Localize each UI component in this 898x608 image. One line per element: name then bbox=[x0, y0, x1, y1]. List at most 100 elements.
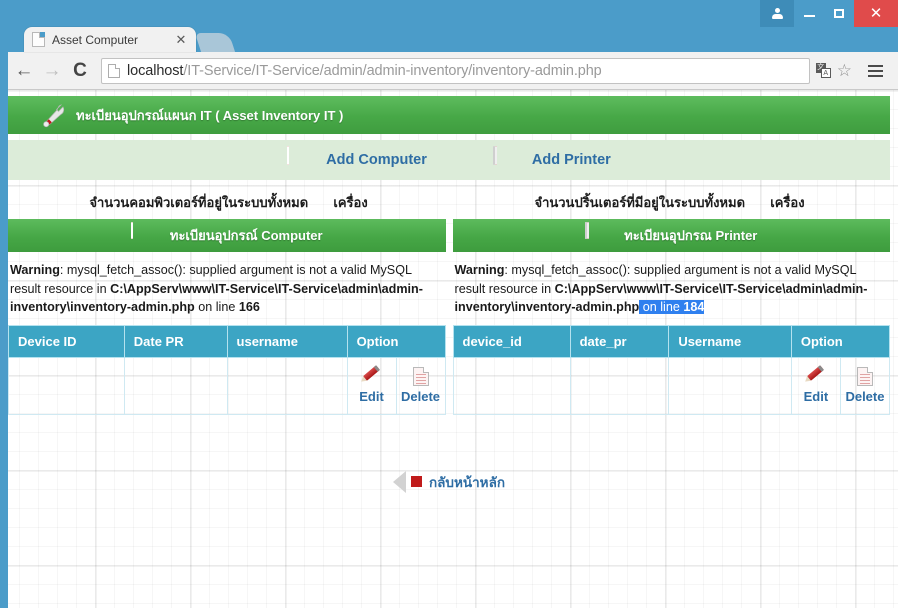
monitor-icon bbox=[287, 146, 317, 173]
cell-username bbox=[668, 356, 792, 415]
column-username[interactable]: Username bbox=[668, 324, 792, 358]
back-to-home-label: กลับหน้าหลัก bbox=[428, 474, 506, 490]
monitor-icon bbox=[130, 221, 161, 249]
table-header-row: device_id date_pr Username Option bbox=[452, 324, 891, 358]
app-header: ทะเบียนอุปกรณ์แผนก IT ( Asset Inventory … bbox=[8, 96, 890, 134]
url-host: localhost bbox=[127, 62, 184, 79]
add-computer-label: Add Computer bbox=[326, 152, 427, 168]
warning-line-number-selected: 184 bbox=[683, 300, 705, 314]
tab-asset-computer[interactable]: Asset Computer ✕ bbox=[24, 27, 196, 52]
arrow-left-icon bbox=[392, 470, 406, 493]
printer-icon bbox=[492, 146, 523, 173]
reload-button[interactable]: C bbox=[66, 57, 94, 85]
pencil-icon bbox=[362, 365, 381, 386]
cell-option: Edit Delete bbox=[346, 356, 446, 415]
page-info-icon bbox=[108, 63, 120, 78]
browser-toolbar: ← → C localhost/IT-Service/IT-Service/ad… bbox=[0, 52, 898, 90]
back-arrow-icon: ← bbox=[14, 59, 34, 81]
panel-printer-header: ทะเบียนอุปกรณ Printer bbox=[452, 219, 890, 252]
delete-label: Delete bbox=[401, 389, 441, 404]
back-button[interactable]: ← bbox=[10, 57, 38, 85]
warning-message-printer: Warning: mysql_fetch_assoc(): supplied a… bbox=[453, 252, 891, 323]
cell-username bbox=[226, 356, 348, 415]
printer-icon bbox=[585, 221, 615, 249]
panel-printer: ทะเบียนอุปกรณ Printer Warning: mysql_fet… bbox=[452, 219, 891, 415]
table-row: Edit Delete bbox=[8, 356, 446, 415]
panel-computer: ทะเบียนอุปกรณ์ Computer Warning: mysql_f… bbox=[8, 219, 446, 415]
warning-line-number: 166 bbox=[238, 300, 260, 314]
tab-strip: Asset Computer ✕ bbox=[0, 27, 898, 52]
warning-suffix-selected: on line bbox=[639, 300, 684, 314]
pencil-icon bbox=[806, 365, 825, 386]
delete-label: Delete bbox=[845, 389, 885, 404]
reload-icon: C bbox=[73, 59, 87, 81]
column-device-id[interactable]: Device ID bbox=[8, 324, 125, 358]
cell-date-pr bbox=[123, 356, 228, 415]
forward-arrow-icon: → bbox=[42, 59, 62, 81]
column-device-id[interactable]: device_id bbox=[452, 324, 571, 358]
back-row: กลับหน้าหลัก bbox=[0, 470, 898, 493]
inventory-panels: ทะเบียนอุปกรณ์ Computer Warning: mysql_f… bbox=[8, 219, 891, 415]
cell-device-id bbox=[452, 356, 571, 415]
delete-button[interactable]: Delete bbox=[839, 357, 889, 414]
warning-message-computer: Warning: mysql_fetch_assoc(): supplied a… bbox=[8, 252, 446, 323]
warning-label: Warning bbox=[10, 263, 60, 277]
computer-count: จำนวนคอมพิวเตอร์ที่อยู่ในระบบทั้งหมด เคร… bbox=[8, 192, 449, 213]
table-row: Edit Delete bbox=[452, 356, 891, 415]
app-header-title: ทะเบียนอุปกรณ์แผนก IT ( Asset Inventory … bbox=[76, 107, 344, 123]
column-date-pr[interactable]: date_pr bbox=[569, 324, 670, 358]
delete-button[interactable]: Delete bbox=[395, 357, 445, 414]
computer-count-text: จำนวนคอมพิวเตอร์ที่อยู่ในระบบทั้งหมด bbox=[89, 195, 309, 210]
user-account-icon bbox=[771, 8, 783, 19]
menu-icon[interactable] bbox=[862, 58, 888, 84]
edit-button[interactable]: Edit bbox=[348, 358, 396, 414]
cell-option: Edit Delete bbox=[790, 356, 891, 415]
window-controls: ✕ bbox=[760, 0, 898, 27]
minimize-icon bbox=[803, 15, 815, 17]
translate-icon[interactable]: 文 A bbox=[815, 63, 831, 78]
document-icon bbox=[856, 367, 873, 386]
panel-computer-header: ทะเบียนอุปกรณ์ Computer bbox=[8, 219, 446, 252]
document-icon bbox=[412, 367, 429, 386]
bookmark-star-icon[interactable]: ☆ bbox=[837, 62, 852, 79]
edit-button[interactable]: Edit bbox=[792, 358, 840, 414]
column-date-pr[interactable]: Date PR bbox=[123, 324, 228, 358]
tab-title: Asset Computer bbox=[52, 32, 139, 47]
add-printer-button[interactable]: Add Printer bbox=[492, 146, 611, 173]
table-header-row: Device ID Date PR username Option bbox=[8, 324, 446, 358]
title-bar: ✕ bbox=[0, 0, 898, 27]
maximize-button[interactable] bbox=[824, 0, 854, 27]
toolbar-right-icons: 文 A ☆ bbox=[810, 58, 888, 84]
column-option[interactable]: Option bbox=[346, 324, 446, 358]
close-button[interactable]: ✕ bbox=[854, 0, 898, 27]
forward-button[interactable]: → bbox=[38, 57, 66, 85]
user-account-button[interactable] bbox=[760, 0, 794, 27]
address-bar[interactable]: localhost/IT-Service/IT-Service/admin/ad… bbox=[101, 57, 810, 84]
column-option[interactable]: Option bbox=[790, 324, 891, 358]
wrench-icon bbox=[43, 104, 65, 128]
add-printer-label: Add Printer bbox=[531, 152, 611, 168]
cell-device-id bbox=[8, 356, 125, 415]
browser-window: ✕ Asset Computer ✕ ← → C localhost/IT-Se… bbox=[0, 0, 898, 608]
warning-suffix: on line bbox=[194, 300, 239, 314]
red-square-icon bbox=[410, 476, 422, 487]
url-path: /IT-Service/IT-Service/admin/admin-inven… bbox=[183, 62, 602, 79]
cell-date-pr bbox=[569, 356, 670, 415]
panel-computer-title: ทะเบียนอุปกรณ์ Computer bbox=[169, 228, 323, 243]
url-text: localhost/IT-Service/IT-Service/admin/ad… bbox=[127, 63, 602, 79]
page-viewport: ทะเบียนอุปกรณ์แผนก IT ( Asset Inventory … bbox=[0, 90, 898, 608]
new-tab-button[interactable] bbox=[194, 33, 236, 52]
back-to-home-link[interactable]: กลับหน้าหลัก bbox=[392, 470, 506, 493]
add-computer-button[interactable]: Add Computer bbox=[287, 146, 427, 173]
column-username[interactable]: username bbox=[226, 324, 348, 358]
close-icon: ✕ bbox=[869, 5, 883, 22]
counts-row: จำนวนคอมพิวเตอร์ที่อยู่ในระบบทั้งหมด เคร… bbox=[8, 192, 890, 213]
translate-icon-glyph-b: A bbox=[820, 68, 831, 78]
panel-printer-title: ทะเบียนอุปกรณ Printer bbox=[624, 228, 758, 243]
window-left-edge bbox=[0, 0, 8, 608]
tab-close-icon[interactable]: ✕ bbox=[174, 33, 188, 46]
printer-count: จำนวนปริ้นเตอร์ที่มีอยู่ในระบบทั้งหมด เค… bbox=[449, 192, 890, 213]
printer-count-unit: เครื่อง bbox=[770, 195, 805, 210]
minimize-button[interactable] bbox=[794, 0, 824, 27]
maximize-icon bbox=[834, 9, 844, 18]
